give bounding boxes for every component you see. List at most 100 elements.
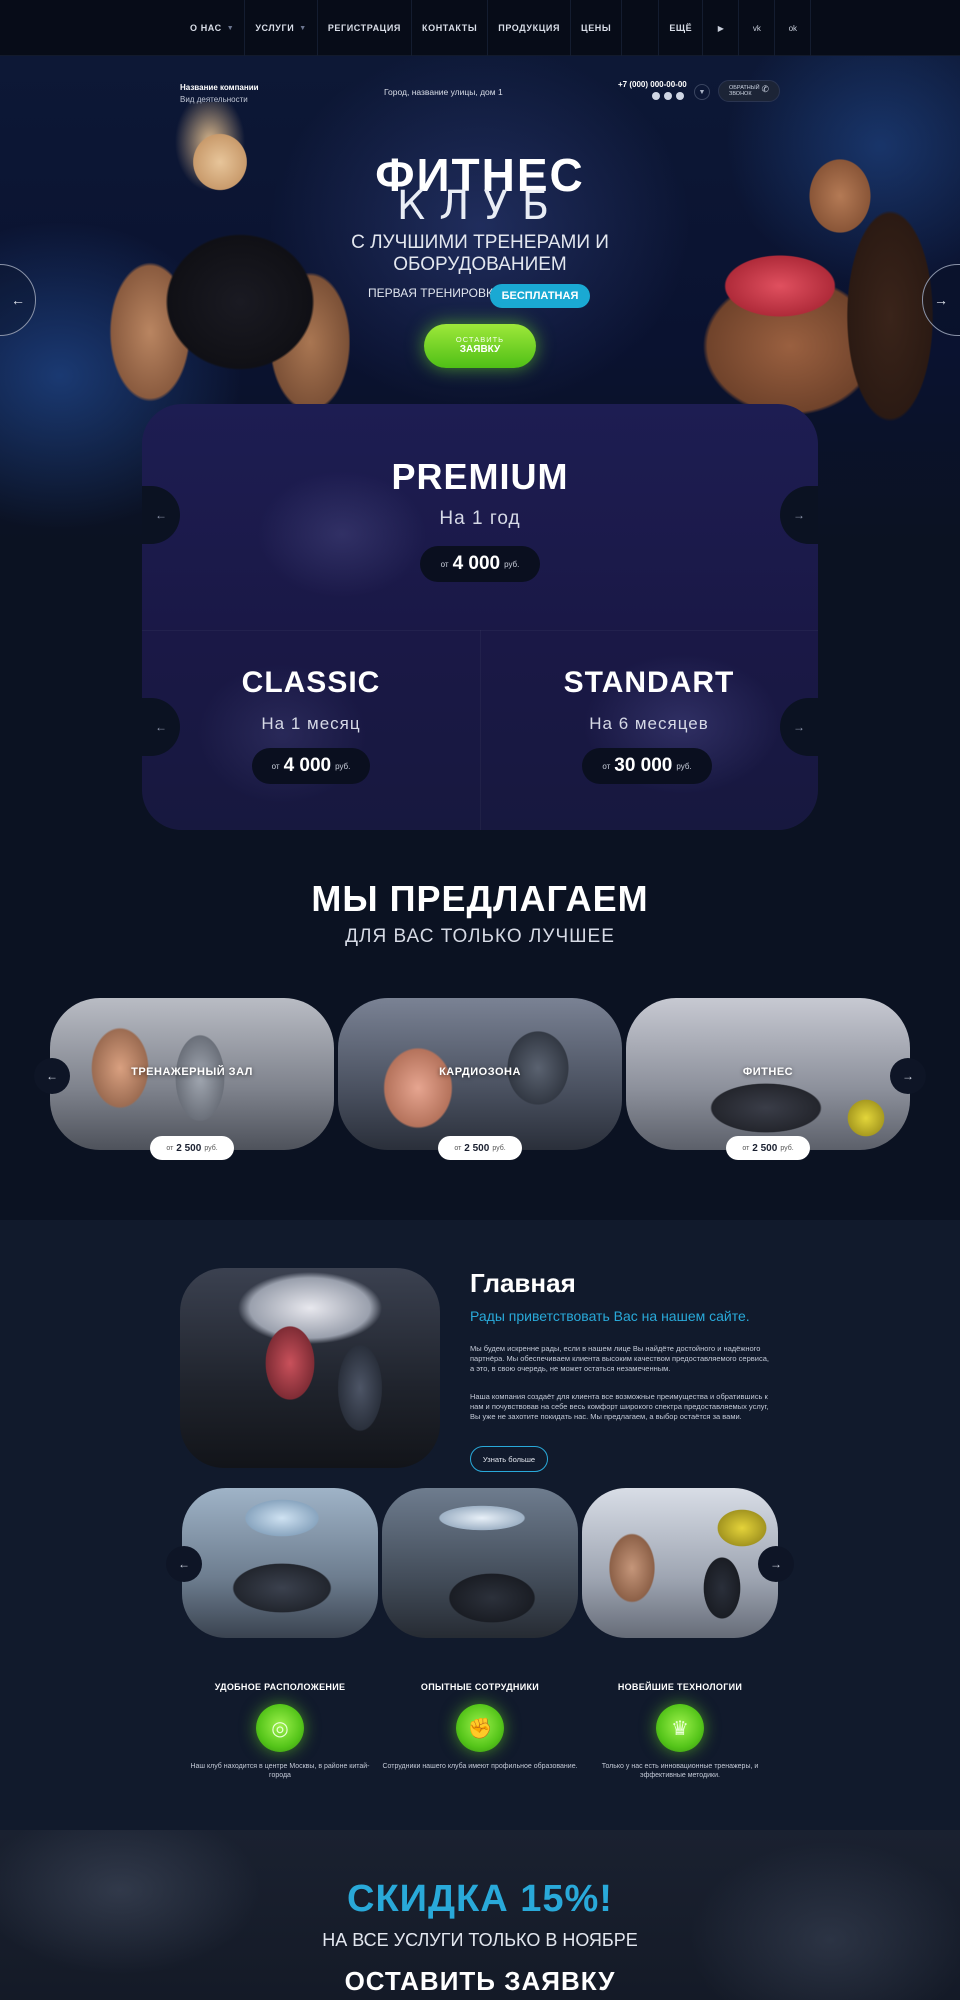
membership-plans: PREMIUM На 1 год от 4 000 руб. CLASSIC Н…	[142, 404, 818, 830]
plan-standart-period: На 6 месяцев	[589, 714, 709, 733]
price-value: 2 500	[176, 1142, 202, 1154]
price-currency: руб.	[492, 1144, 506, 1152]
vk-icon[interactable]: vk	[739, 0, 776, 56]
service-card-label: КАРДИОЗОНА	[439, 1066, 521, 1078]
service-card-label: ФИТНЕС	[742, 1066, 794, 1078]
feature-title: НОВЕЙШИЕ ТЕХНОЛОГИИ	[617, 1682, 743, 1692]
youtube-icon[interactable]: ▶	[703, 0, 740, 56]
plan-lower-next-arrow[interactable]: →	[780, 698, 818, 756]
nav-item-label: УСЛУГИ	[255, 23, 295, 33]
price-value: 30 000	[614, 755, 673, 776]
discount-subtitle: НА ВСЕ УСЛУГИ ТОЛЬКО В НОЯБРЕ	[322, 1930, 638, 1950]
price-currency: руб.	[504, 559, 520, 569]
callback-label-line2: ЗВОНОК	[729, 91, 752, 97]
price-currency: руб.	[780, 1144, 794, 1152]
offer-subtitle: ДЛЯ ВАС ТОЛЬКО ЛУЧШЕЕ	[345, 926, 615, 947]
price-from: от	[440, 559, 449, 569]
nav-item-about[interactable]: О НАС ▼	[180, 0, 246, 56]
feature-text: Наш клуб находится в центре Москвы, в ра…	[190, 1763, 370, 1779]
about-paragraph: Наша компания создаёт для клиента все во…	[470, 1392, 769, 1421]
whatsapp-icon[interactable]	[664, 92, 672, 100]
service-card-fitness[interactable]: ФИТНЕС	[626, 998, 910, 1150]
first-training-label: ПЕРВАЯ ТРЕНИРОВКА	[368, 286, 501, 300]
plan-classic-title: CLASSIC	[241, 666, 381, 699]
phone-icon: ✆	[761, 84, 769, 94]
nav-item-label: РЕГИСТРАЦИЯ	[327, 23, 401, 33]
service-card-cardio[interactable]: КАРДИОЗОНА	[338, 998, 622, 1150]
price-value: 2 500	[752, 1142, 778, 1154]
company-activity: Вид деятельности	[180, 95, 248, 104]
price-from: от	[454, 1144, 462, 1152]
service-card-gym[interactable]: ТРЕНАЖЕРНЫЙ ЗАЛ	[50, 998, 334, 1150]
discount-cta-button[interactable]: ОСТАВИТЬ ЗАЯВКУ	[0, 1966, 960, 1997]
price-currency: руб.	[335, 761, 351, 771]
feature-title: УДОБНОЕ РАСПОЛОЖЕНИЕ	[214, 1682, 346, 1692]
feature-title: ОПЫТНЫЕ СОТРУДНИКИ	[420, 1682, 540, 1692]
cta-label-line2: ЗАЯВКУ	[459, 344, 501, 355]
service-price-cardio: от 2 500 руб.	[438, 1136, 522, 1160]
about-subtitle: Рады приветствовать Вас на нашем сайте.	[470, 1308, 750, 1324]
company-info: Название компании Вид деятельности	[180, 82, 259, 106]
plan-premium-title: PREMIUM	[391, 456, 569, 497]
gallery-image[interactable]	[582, 1488, 778, 1638]
plan-premium-price: от 4 000 руб.	[420, 546, 540, 582]
top-navigation: О НАС ▼ УСЛУГИ ▼ РЕГИСТРАЦИЯ КОНТАКТЫ ПРОД…	[0, 0, 960, 56]
price-value: 4 000	[283, 755, 332, 776]
learn-more-button[interactable]: Узнать больше	[470, 1446, 548, 1472]
gallery-next-arrow[interactable]: →	[758, 1546, 794, 1582]
nav-item-prices[interactable]: ЦЕНЫ	[571, 0, 623, 56]
about-photo	[180, 1268, 440, 1468]
nav-item-contacts[interactable]: КОНТАКТЫ	[412, 0, 489, 56]
price-value: 4 000	[452, 553, 501, 574]
nav-item-label: ПРОДУКЦИЯ	[498, 23, 561, 33]
plan-premium-period: На 1 год	[439, 508, 521, 529]
odnoklassniki-icon[interactable]: ok	[775, 0, 812, 56]
nav-item-label: О НАС	[190, 23, 222, 33]
cta-label-line1: ОСТАВИТЬ	[455, 335, 505, 344]
nav-item-services[interactable]: УСЛУГИ ▼	[245, 0, 318, 56]
about-title: Главная	[470, 1268, 576, 1298]
messenger-links	[652, 92, 684, 100]
trophy-icon: ♛	[656, 1704, 704, 1752]
service-card-label: ТРЕНАЖЕРНЫЙ ЗАЛ	[131, 1066, 253, 1078]
price-currency: руб.	[676, 761, 692, 771]
plan-lower-prev-arrow[interactable]: ←	[142, 698, 180, 756]
services-next-arrow[interactable]: →	[890, 1058, 926, 1094]
feature-text: Сотрудники нашего клуба имеют профильное…	[382, 1763, 578, 1770]
nav-item-more[interactable]: ЕЩЁ	[658, 0, 704, 56]
plan-classic-period: На 1 месяц	[261, 714, 361, 733]
viber-icon[interactable]	[676, 92, 684, 100]
plan-standart-title: STANDART	[563, 666, 735, 699]
price-from: от	[602, 761, 611, 771]
price-from: от	[742, 1144, 750, 1152]
company-address: Город, название улицы, дом 1	[384, 87, 503, 97]
gallery-image[interactable]	[382, 1488, 578, 1638]
plan-classic-price: от 4 000 руб.	[252, 748, 370, 784]
chevron-down-icon: ▼	[299, 24, 307, 32]
nav-menu: О НАС ▼ УСЛУГИ ▼ РЕГИСТРАЦИЯ КОНТАКТЫ ПРОД…	[180, 0, 812, 56]
chevron-down-icon: ▼	[226, 24, 235, 32]
location-icon: ◎	[256, 1704, 304, 1752]
nav-item-label: КОНТАКТЫ	[422, 23, 478, 33]
price-currency: руб.	[204, 1144, 218, 1152]
discount-title: СКИДКА 15%!	[347, 1878, 613, 1920]
service-price-gym: от 2 500 руб.	[150, 1136, 234, 1160]
services-prev-arrow[interactable]: ←	[34, 1058, 70, 1094]
about-paragraph: Мы будем искренне рады, если в нашем лиц…	[470, 1344, 769, 1373]
phone-number[interactable]: +7 (000) 000-00-00	[618, 80, 687, 89]
hero-subtitle: С ЛУЧШИМИ ТРЕНЕРАМИ И ОБОРУДОВАНИЕМ	[0, 232, 960, 276]
hero-subtitle-line2: ОБОРУДОВАНИЕМ	[393, 254, 567, 275]
feature-text: Только у нас есть инновационные тренажер…	[601, 1763, 759, 1779]
chevron-down-icon[interactable]: ▼	[694, 84, 710, 100]
nav-item-products[interactable]: ПРОДУКЦИЯ	[488, 0, 572, 56]
offer-title: МЫ ПРЕДЛАГАЕМ	[311, 878, 649, 919]
plan-standart-price: от 30 000 руб.	[582, 748, 712, 784]
nav-item-registration[interactable]: РЕГИСТРАЦИЯ	[318, 0, 412, 56]
telegram-icon[interactable]	[652, 92, 660, 100]
free-badge: БЕСПЛАТНАЯ	[490, 284, 590, 308]
company-name: Название компании	[180, 83, 259, 92]
gallery-prev-arrow[interactable]: ←	[166, 1546, 202, 1582]
hero-cta-button[interactable]: ОСТАВИТЬ ЗАЯВКУ	[424, 324, 536, 368]
gallery-image[interactable]	[182, 1488, 378, 1638]
callback-button[interactable]: ОБРАТНЫЙ ЗВОНОК ✆	[718, 80, 780, 102]
